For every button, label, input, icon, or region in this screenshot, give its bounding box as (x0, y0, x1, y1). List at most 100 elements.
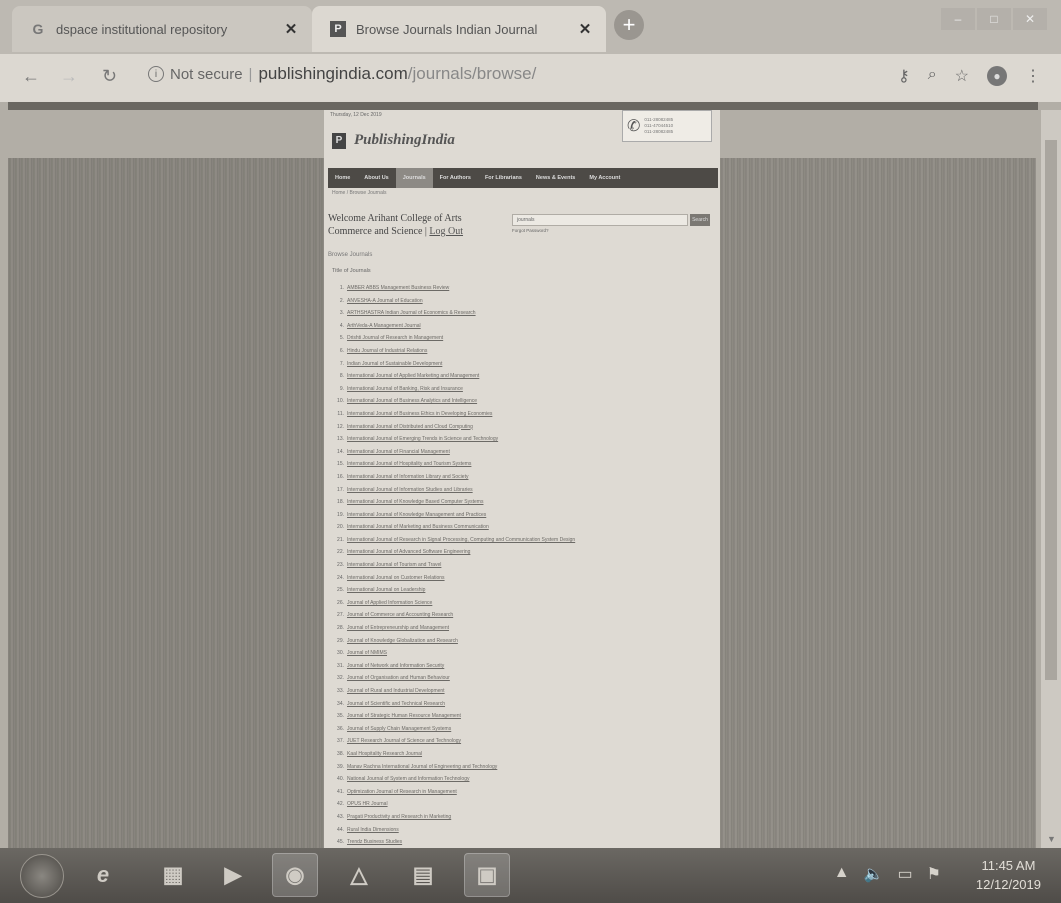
system-clock[interactable]: 11:45 AM 12/12/2019 (976, 856, 1041, 894)
close-window-button[interactable]: ✕ (1013, 8, 1047, 30)
search-input[interactable]: journals (512, 214, 688, 226)
journal-link[interactable]: International Journal of Marketing and B… (347, 524, 489, 530)
journal-link[interactable]: Manav Rachna International Journal of En… (347, 764, 497, 770)
menu-journals[interactable]: Journals (395, 168, 433, 188)
key-icon[interactable]: ⚷ (898, 66, 910, 86)
zoom-icon[interactable]: ⌕ (928, 66, 937, 86)
journal-link[interactable]: International Journal of Research in Sig… (347, 537, 575, 543)
show-hidden-icons-icon[interactable]: ▲ (834, 864, 850, 884)
file-explorer-icon[interactable]: ▦ (150, 853, 196, 897)
network-icon[interactable]: ▭ (898, 864, 913, 884)
journal-link[interactable]: Pragati Productivity and Research in Mar… (347, 814, 451, 820)
journal-link[interactable]: International Journal of Knowledge Manag… (347, 512, 486, 518)
menu-about[interactable]: About Us (357, 168, 395, 188)
menu-account[interactable]: My Account (582, 168, 627, 188)
journal-link[interactable]: Trendz Business Studies (347, 839, 402, 845)
journal-link[interactable]: Journal of Organisation and Human Behavi… (347, 675, 450, 681)
sic-app-icon[interactable]: △ (336, 853, 382, 897)
google-g-icon: G (32, 21, 44, 37)
journal-link[interactable]: Journal of Commerce and Accounting Resea… (347, 612, 453, 618)
image-viewer-icon[interactable]: ▣ (464, 853, 510, 897)
journal-link[interactable]: ARTHSHASTRA Indian Journal of Economics … (347, 310, 476, 316)
journal-link[interactable]: International Journal of Applied Marketi… (347, 373, 479, 379)
journal-link[interactable]: ArthVeda-A Management Journal (347, 323, 421, 329)
volume-icon[interactable]: 🔈 (864, 864, 884, 884)
menu-librarians[interactable]: For Librarians (478, 168, 529, 188)
scrollbar-thumb[interactable] (1045, 140, 1057, 680)
journal-link[interactable]: International Journal of Business Ethics… (347, 411, 492, 417)
logout-link[interactable]: Log Out (429, 226, 463, 237)
journal-link[interactable]: ANVESHA-A Journal of Education (347, 298, 423, 304)
journal-link[interactable]: International Journal on Leadership (347, 587, 425, 593)
bookmark-star-icon[interactable]: ☆ (955, 66, 969, 86)
journal-link[interactable]: AMBER ABBS Management Business Review (347, 285, 449, 291)
journal-link[interactable]: International Journal of Financial Manag… (347, 449, 450, 455)
journal-number: 43. (337, 813, 344, 820)
internet-explorer-icon[interactable]: e (80, 853, 126, 897)
journal-link[interactable]: International Journal of Knowledge Based… (347, 499, 483, 505)
journal-link[interactable]: Journal of Knowledge Globalization and R… (347, 638, 458, 644)
minimize-button[interactable]: – (941, 8, 975, 30)
forgot-password-link[interactable]: Forgot Password? (512, 228, 549, 233)
journal-link[interactable]: Indian Journal of Sustainable Developmen… (347, 361, 442, 367)
journal-link[interactable]: International Journal of Information Stu… (347, 487, 473, 493)
journal-link[interactable]: International Journal of Tourism and Tra… (347, 562, 441, 568)
forward-icon[interactable]: → (60, 66, 78, 87)
maximize-button[interactable]: □ (977, 8, 1011, 30)
close-tab-icon[interactable]: ✕ (280, 20, 302, 38)
site-logo[interactable]: P PublishingIndia (332, 132, 455, 149)
journal-link[interactable]: Journal of Rural and Industrial Developm… (347, 688, 445, 694)
account-icon[interactable]: ● (987, 66, 1007, 86)
journal-number: 4. (339, 322, 344, 329)
menu-news[interactable]: News & Events (529, 168, 582, 188)
journal-link[interactable]: Journal of Scientific and Technical Rese… (347, 701, 445, 707)
journal-link[interactable]: International Journal on Customer Relati… (347, 575, 445, 581)
info-icon[interactable]: i (148, 66, 164, 82)
menu-authors[interactable]: For Authors (433, 168, 478, 188)
journal-link[interactable]: International Journal of Business Analyt… (347, 398, 477, 404)
journal-link[interactable]: International Journal of Emerging Trends… (347, 436, 498, 442)
journal-list-item: 3. ARTHSHASTRA Indian Journal of Economic… (334, 307, 714, 320)
action-center-flag-icon[interactable]: ⚑ (927, 864, 941, 884)
journal-link[interactable]: International Journal of Information Lib… (347, 474, 468, 480)
journal-link[interactable]: Drishti Journal of Research in Managemen… (347, 335, 443, 341)
journal-link[interactable]: Hindu Journal of Industrial Relations (347, 348, 427, 354)
journal-list-item: 29. Journal of Knowledge Globalization an… (334, 635, 714, 648)
page-scrollbar[interactable]: ▼ (1041, 110, 1061, 848)
journal-list-item: 39. Manav Rachna International Journal of… (334, 761, 714, 774)
windows-start-icon[interactable] (20, 854, 64, 898)
journal-number: 27. (337, 612, 344, 619)
chrome-icon[interactable]: ◉ (272, 853, 318, 897)
new-tab-button[interactable]: + (614, 10, 644, 40)
back-icon[interactable]: ← (22, 66, 40, 87)
close-tab-icon[interactable]: ✕ (574, 20, 596, 38)
right-background-panel (720, 158, 1036, 848)
journal-link[interactable]: International Journal of Distributed and… (347, 424, 473, 430)
omnibox[interactable]: i Not secure | publishingindia.com/journ… (148, 64, 536, 84)
journal-link[interactable]: JUET Research Journal of Science and Tec… (347, 738, 461, 744)
journal-link[interactable]: Kaal Hospitality Research Journal (347, 751, 422, 757)
journal-link[interactable]: International Journal of Banking, Risk a… (347, 386, 463, 392)
excel-icon[interactable]: ▤ (400, 853, 446, 897)
journal-link[interactable]: OPUS HR Journal (347, 801, 388, 807)
search-button[interactable]: Search (690, 214, 710, 226)
journal-link[interactable]: Rural India Dimensions (347, 827, 399, 833)
journal-link[interactable]: Journal of Applied Information Science (347, 600, 432, 606)
tab-browse-journals[interactable]: P Browse Journals Indian Journal ✕ (312, 6, 606, 52)
scroll-down-arrow-icon[interactable]: ▼ (1047, 834, 1056, 844)
journal-link[interactable]: International Journal of Hospitality and… (347, 461, 471, 467)
journal-link[interactable]: Journal of Network and Information Secur… (347, 663, 444, 669)
reload-icon[interactable]: ↻ (102, 66, 117, 87)
journal-link[interactable]: Journal of NMIMS (347, 650, 387, 656)
journal-list-item: 6. Hindu Journal of Industrial Relations (334, 345, 714, 358)
tab-dspace[interactable]: G dspace institutional repository ✕ (12, 6, 312, 52)
menu-dots-icon[interactable]: ⋮ (1025, 66, 1041, 86)
journal-link[interactable]: National Journal of System and Informati… (347, 776, 469, 782)
journal-link[interactable]: Journal of Strategic Human Resource Mana… (347, 713, 461, 719)
media-player-icon[interactable]: ▶ (210, 853, 256, 897)
journal-link[interactable]: Optimization Journal of Research in Mana… (347, 789, 457, 795)
journal-link[interactable]: Journal of Supply Chain Management Syste… (347, 726, 451, 732)
menu-home[interactable]: Home (328, 168, 357, 188)
journal-link[interactable]: Journal of Entrepreneurship and Manageme… (347, 625, 449, 631)
journal-link[interactable]: International Journal of Advanced Softwa… (347, 549, 470, 555)
